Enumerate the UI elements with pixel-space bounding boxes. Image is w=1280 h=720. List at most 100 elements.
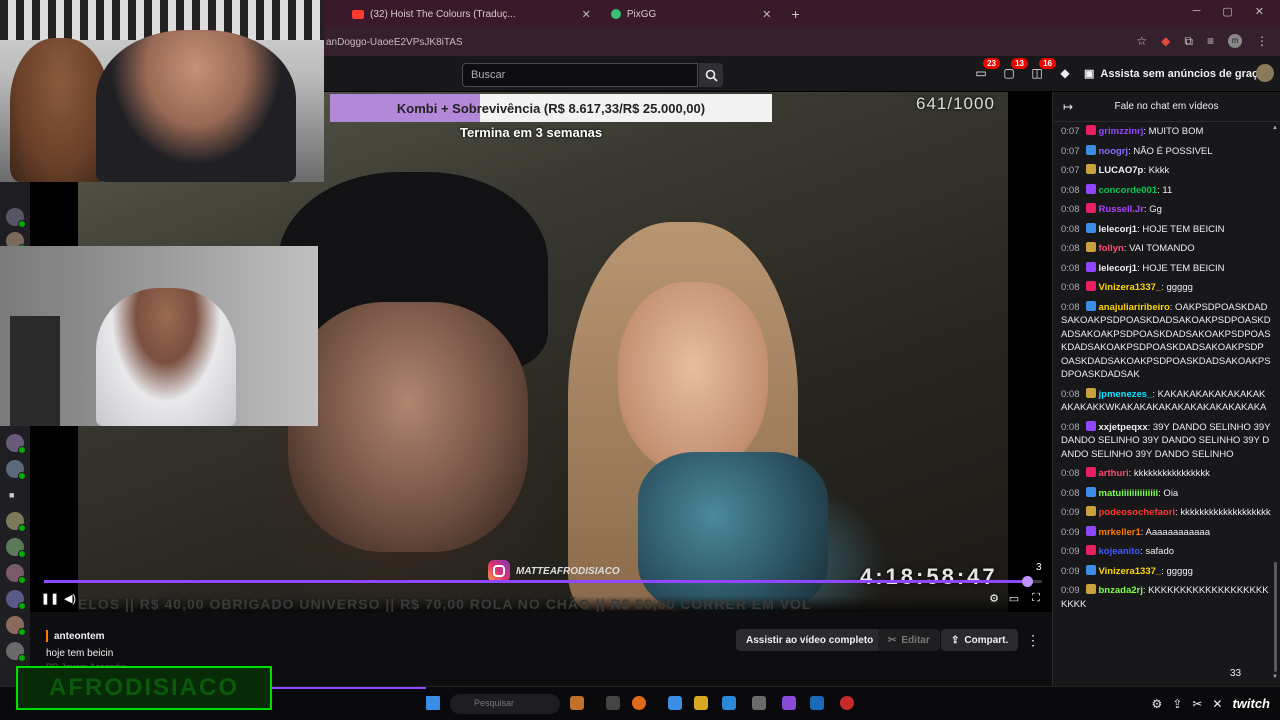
search-button[interactable] [699, 63, 723, 87]
windows-start-icon[interactable] [426, 696, 440, 710]
minimize-icon[interactable]: ─ [1193, 5, 1201, 18]
seek-bar[interactable] [44, 576, 1042, 587]
chat-badge-icon [1085, 300, 1096, 311]
pixgg-icon [610, 9, 621, 19]
search-input[interactable]: Buscar [462, 63, 698, 87]
taskbar-search-input[interactable]: Pesquisar [450, 694, 560, 714]
clip-author[interactable]: anteontem [46, 630, 105, 642]
chat-username[interactable]: concorde001 [1099, 185, 1158, 196]
prime-ad-free-button[interactable]: ▣ Assista sem anúncios de graça [1084, 67, 1264, 81]
chat-username[interactable]: mrkeller1 [1099, 527, 1141, 538]
more-options-icon[interactable]: ⋮ [1026, 632, 1040, 649]
menu-dots-icon[interactable]: ⋮ [1256, 34, 1268, 49]
fullscreen-icon[interactable]: ⛶ [1028, 590, 1044, 606]
channel-avatar[interactable] [6, 642, 26, 662]
chat-badge-icon [1085, 564, 1096, 575]
chat-username[interactable]: noogrj [1099, 146, 1129, 157]
chat-badge-icon [1085, 486, 1096, 497]
taskbar-app-icon[interactable] [606, 696, 620, 710]
chat-username[interactable]: podeosochefaori [1099, 507, 1176, 518]
scissors-icon[interactable]: ✂ [1192, 697, 1202, 711]
user-avatar[interactable] [1256, 64, 1274, 82]
chat-username[interactable]: lelecorj1 [1099, 263, 1138, 274]
url-text[interactable]: anDoggo-UaoeE2VPsJK8iTAS [326, 37, 463, 48]
chat-username[interactable]: Vinizera1337_ [1099, 282, 1162, 293]
chat-timestamp: 0:08 [1061, 223, 1080, 235]
chat-username[interactable]: bnzada2rj [1099, 585, 1143, 596]
chat-text: : Oia [1158, 487, 1179, 499]
chat-username[interactable]: follyn [1099, 243, 1124, 254]
edit-button[interactable]: ✂ Editar [878, 629, 940, 651]
chat-username[interactable]: LUCAO7p [1099, 165, 1144, 176]
channel-avatar[interactable] [6, 564, 26, 584]
share-button[interactable]: ⇪ Compart. [941, 629, 1019, 651]
browser-tab[interactable]: PixGG ✕ [601, 3, 782, 25]
settings-gear-icon[interactable]: ⚙ [1151, 697, 1162, 711]
chat-username[interactable]: xxjetpeqxx [1099, 422, 1148, 433]
channel-avatar[interactable] [6, 590, 26, 610]
browser-tab[interactable]: (32) Hoist The Colours (Traduç... ✕ [342, 3, 601, 25]
puzzle-icon[interactable]: ⧉ [1184, 34, 1193, 49]
chat-username[interactable]: anajuliariribeiro [1099, 302, 1170, 313]
playlist-icon[interactable]: ≡ [1207, 34, 1214, 49]
settings-gear-icon[interactable]: ⚙ [986, 590, 1002, 606]
folder-taskbar-icon[interactable] [694, 696, 708, 710]
extension-icon[interactable]: ◆ [1161, 34, 1170, 49]
video-camera-icon[interactable]: ■ [9, 490, 14, 500]
chat-username[interactable]: Vinizera1337_ [1099, 566, 1162, 577]
maximize-icon[interactable]: ▢ [1222, 5, 1232, 18]
taskbar-app-icon[interactable] [752, 696, 766, 710]
taskbar-app-icon[interactable] [840, 696, 854, 710]
chat-panel: ↦ Fale no chat em vídeos 0:07 grimzzinrj:… [1052, 92, 1280, 686]
scroll-down-icon[interactable]: ▼ [1272, 674, 1278, 680]
chat-username[interactable]: Russell.Jr [1099, 204, 1144, 215]
chat-username[interactable]: lelecorj1 [1099, 224, 1138, 235]
search-icon [705, 69, 718, 82]
pause-icon[interactable]: ❚❚ [41, 590, 59, 606]
whispers-icon[interactable]: ▢ 13 [1000, 58, 1028, 82]
chat-timestamp: 0:07 [1061, 145, 1080, 157]
channel-avatar[interactable] [6, 616, 26, 636]
theatre-mode-icon[interactable]: ▭ [1006, 590, 1022, 606]
chat-username[interactable]: grimzzinrj [1099, 126, 1144, 137]
inbox-icon[interactable]: ▭ 23 [972, 58, 1000, 82]
channel-avatar[interactable] [6, 460, 26, 480]
profile-avatar-icon[interactable]: m [1228, 34, 1242, 48]
taskbar-app-icon[interactable] [782, 696, 796, 710]
close-icon[interactable]: ✕ [1212, 697, 1222, 711]
chat-text: : safado [1140, 546, 1175, 557]
taskbar-app-icon[interactable] [722, 696, 736, 710]
bits-icon[interactable]: ◆ [1056, 64, 1074, 82]
steam-taskbar-icon[interactable] [810, 696, 824, 710]
taskbar-app-icon[interactable] [668, 696, 682, 710]
notifications-badge: 16 [1039, 58, 1056, 69]
chat-scrollbar[interactable] [1274, 562, 1277, 672]
channel-avatar[interactable] [6, 512, 26, 532]
chat-username[interactable]: matuiiiiiiiiiiiiii [1099, 488, 1159, 499]
chat-username[interactable]: jpmenezes_ [1099, 389, 1153, 400]
volume-icon[interactable]: ◀) [62, 590, 78, 606]
chat-username[interactable]: kojeanito [1099, 546, 1141, 557]
collapse-chat-icon[interactable]: ↦ [1063, 100, 1073, 114]
bookmark-star-icon[interactable]: ☆ [1136, 34, 1147, 49]
scroll-up-icon[interactable]: ▲ [1272, 125, 1278, 131]
inbox-badge: 23 [983, 58, 1000, 69]
notifications-icon[interactable]: ◫ 16 [1028, 58, 1056, 82]
chat-message: 0:08 xxjetpeqxx: 39Y DANDO SELINHO 39Y DA… [1061, 418, 1271, 465]
watch-full-video-button[interactable]: Assistir ao vídeo completo [736, 629, 884, 651]
watermark-text: MATTEAFRODISIACO [516, 565, 620, 577]
taskbar-app-icon[interactable] [570, 696, 584, 710]
channel-avatar[interactable] [6, 434, 26, 454]
chrome-taskbar-icon[interactable] [632, 696, 646, 710]
upload-icon[interactable]: ⇪ [1172, 697, 1182, 711]
close-tab-icon[interactable]: ✕ [582, 8, 591, 21]
close-window-icon[interactable]: ✕ [1255, 5, 1264, 18]
channel-avatar[interactable] [6, 208, 26, 228]
chat-username[interactable]: arthuri [1099, 468, 1129, 479]
chat-message: 0:09 podeosochefaori: kkkkkkkkkkkkkkkkkkk [1061, 503, 1271, 523]
chat-message: 0:08 jpmenezes_: KAKAKAKAKAKAKAKAKAKAKAKK… [1061, 385, 1271, 418]
seek-handle[interactable] [1022, 576, 1034, 587]
close-tab-icon[interactable]: ✕ [762, 8, 771, 21]
channel-avatar[interactable] [6, 538, 26, 558]
new-tab-icon[interactable]: + [792, 6, 800, 22]
